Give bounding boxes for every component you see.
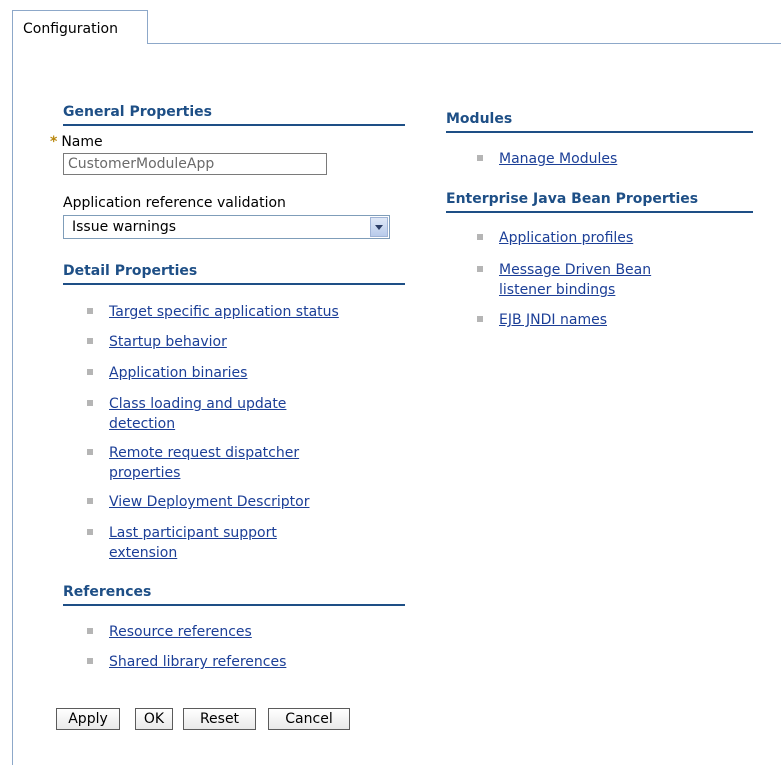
link-startup-behavior[interactable]: Startup behavior [109,332,227,352]
link-class-loading-and-update-detection-line2[interactable]: detection [109,414,175,434]
link-remote-request-dispatcher-properties[interactable]: Remote request dispatcher [109,443,299,463]
square-bullet-icon [477,155,483,161]
square-bullet-icon [87,529,93,535]
validation-select-value: Issue warnings [72,219,177,235]
link-resource-references[interactable]: Resource references [109,622,252,642]
chevron-down-icon[interactable] [370,217,388,237]
general-properties-heading: General Properties [63,104,405,126]
tab-configuration[interactable]: Configuration [12,10,148,44]
link-application-profiles[interactable]: Application profiles [499,228,633,248]
link-message-driven-bean-listener-bindings[interactable]: Message Driven Bean [499,260,651,280]
name-label: Name [61,134,103,150]
link-last-participant-support-extension[interactable]: Last participant support [109,523,277,543]
square-bullet-icon [87,400,93,406]
square-bullet-icon [477,266,483,272]
link-class-loading-and-update-detection[interactable]: Class loading and update [109,394,286,414]
reset-button[interactable]: Reset [183,708,256,730]
detail-properties-heading: Detail Properties [63,263,405,285]
link-message-driven-bean-listener-bindings-line2[interactable]: listener bindings [499,280,615,300]
square-bullet-icon [87,449,93,455]
link-view-deployment-descriptor[interactable]: View Deployment Descriptor [109,492,309,512]
link-remote-request-dispatcher-properties-line2[interactable]: properties [109,463,180,483]
square-bullet-icon [87,658,93,664]
references-heading: References [63,584,405,606]
square-bullet-icon [477,234,483,240]
square-bullet-icon [87,338,93,344]
apply-button[interactable]: Apply [56,708,120,730]
square-bullet-icon [477,316,483,322]
tab-strip-divider [148,43,781,44]
square-bullet-icon [87,498,93,504]
link-shared-library-references[interactable]: Shared library references [109,652,286,672]
square-bullet-icon [87,308,93,314]
content-left-border [12,43,13,765]
name-label-row: * Name [50,134,103,150]
validation-label: Application reference validation [63,195,286,211]
required-star-icon: * [50,134,58,150]
tab-configuration-label: Configuration [23,21,118,37]
cancel-button[interactable]: Cancel [268,708,350,730]
link-application-binaries[interactable]: Application binaries [109,363,247,383]
ejb-properties-heading: Enterprise Java Bean Properties [446,191,753,213]
link-last-participant-support-extension-line2[interactable]: extension [109,543,177,563]
link-ejb-jndi-names[interactable]: EJB JNDI names [499,310,607,330]
name-field[interactable] [63,153,327,175]
square-bullet-icon [87,369,93,375]
link-target-specific-application-status[interactable]: Target specific application status [109,302,339,322]
validation-select[interactable]: Issue warnings [63,215,390,239]
square-bullet-icon [87,628,93,634]
link-manage-modules[interactable]: Manage Modules [499,149,617,169]
modules-heading: Modules [446,111,753,133]
ok-button[interactable]: OK [135,708,173,730]
